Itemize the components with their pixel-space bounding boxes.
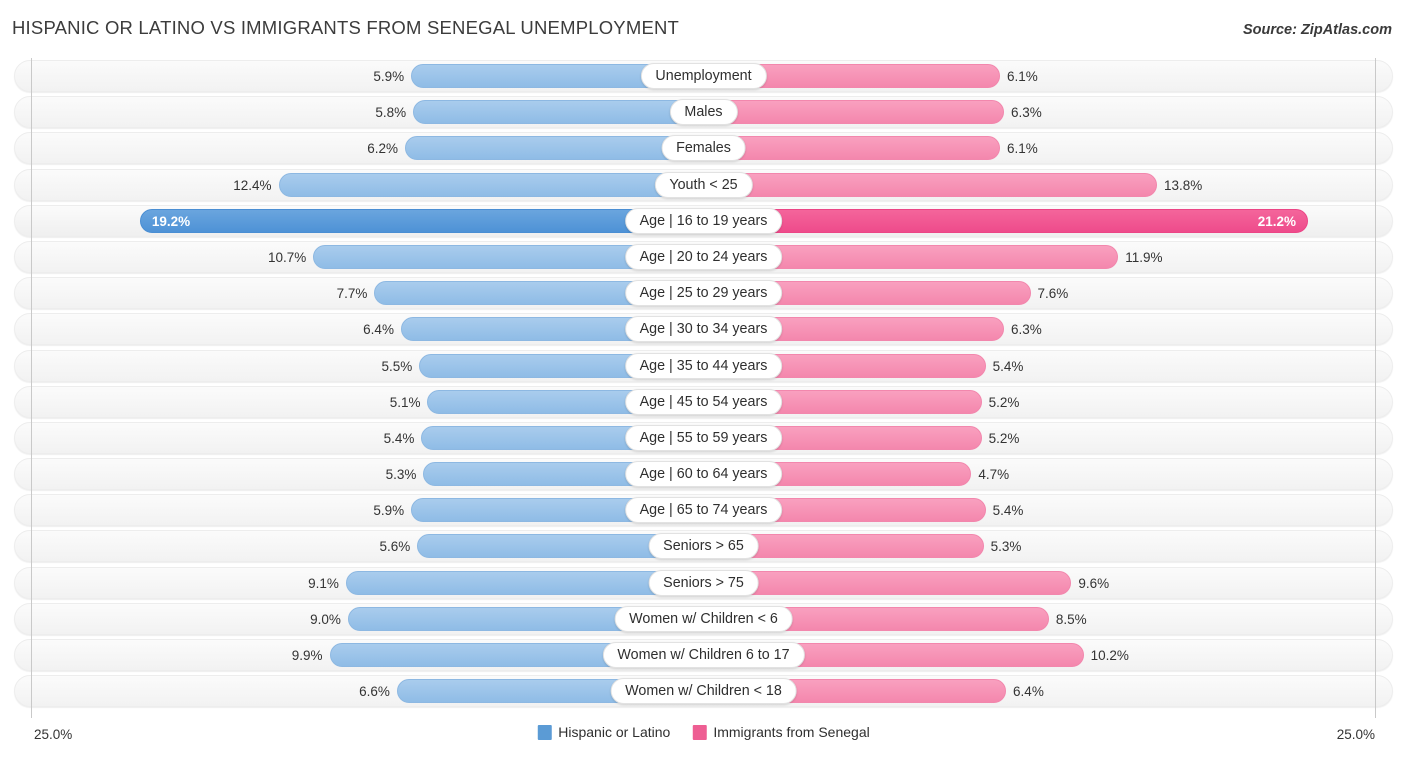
chart-row: 6.4% 6.3% Age | 30 to 34 years: [14, 311, 1393, 347]
chart-row: 7.7% 7.6% Age | 25 to 29 years: [14, 275, 1393, 311]
value-label-right: 5.2%: [988, 394, 1020, 410]
row-category-label: Age | 45 to 54 years: [624, 388, 783, 415]
value-label-right: 5.4%: [992, 503, 1024, 519]
bar-immigrants-from-senegal: [703, 172, 1158, 197]
value-label-right: 4.7%: [978, 467, 1010, 483]
legend-swatch-icon: [692, 724, 707, 740]
bar-hispanic-or-latino: [405, 136, 704, 161]
legend-swatch-icon: [537, 724, 552, 740]
row-category-label: Seniors > 75: [648, 569, 759, 596]
value-label-right: 10.2%: [1090, 648, 1129, 663]
value-label-left: 9.9%: [291, 648, 323, 663]
chart-row: 19.2% 21.2% Age | 16 to 19 years: [14, 203, 1393, 239]
value-label-left: 19.2%: [151, 213, 191, 229]
bar-immigrants-from-senegal: [703, 136, 1000, 161]
value-label-left: 5.3%: [385, 467, 417, 483]
chart-row: 9.0% 8.5% Women w/ Children < 6: [14, 601, 1393, 637]
value-label-right: 13.8%: [1164, 177, 1203, 193]
chart-row: 10.7% 11.9% Age | 20 to 24 years: [14, 239, 1393, 275]
chart-plot-area: 5.9% 6.1% Unemployment 5.8% 6.3% Males 6.2% 6.1…: [14, 58, 1393, 718]
row-category-label: Males: [669, 99, 738, 126]
source-attribution: Source: ZipAtlas.com: [1242, 22, 1392, 38]
chart-row: 6.6% 6.4% Women w/ Children < 18: [14, 673, 1393, 709]
legend-label: Immigrants from Senegal: [713, 724, 870, 740]
row-category-label: Females: [661, 135, 746, 162]
row-category-label: Age | 16 to 19 years: [624, 207, 783, 234]
chart-row: 12.4% 13.8% Youth < 25: [14, 167, 1393, 203]
row-category-label: Women w/ Children < 6: [614, 605, 793, 632]
chart-row: 9.1% 9.6% Seniors > 75: [14, 565, 1393, 601]
row-category-label: Youth < 25: [654, 171, 753, 198]
value-label-right: 8.5%: [1055, 611, 1087, 627]
chart-row: 5.4% 5.2% Age | 55 to 59 years: [14, 420, 1393, 456]
row-category-label: Age | 55 to 59 years: [624, 424, 783, 451]
value-label-right: 21.2%: [1257, 213, 1296, 229]
legend-label: Hispanic or Latino: [558, 724, 671, 740]
value-label-left: 5.1%: [389, 394, 421, 410]
value-label-left: 5.9%: [373, 503, 405, 519]
value-label-left: 9.0%: [310, 611, 341, 627]
value-label-right: 6.3%: [1011, 105, 1042, 121]
value-label-right: 6.3%: [1011, 322, 1042, 338]
value-label-right: 6.4%: [1013, 684, 1044, 700]
chart-row: 5.8% 6.3% Males: [14, 94, 1393, 130]
value-label-right: 6.1%: [1006, 141, 1038, 157]
bar-hispanic-or-latino: [278, 172, 704, 197]
axis-line-left: [31, 58, 32, 718]
chart-row: 6.2% 6.1% Females: [14, 130, 1393, 166]
row-category-label: Age | 60 to 64 years: [624, 461, 783, 488]
chart-row: 5.1% 5.2% Age | 45 to 54 years: [14, 384, 1393, 420]
chart-legend: Hispanic or Latino Immigrants from Senega…: [537, 724, 870, 740]
bar-immigrants-from-senegal: [703, 208, 1308, 233]
row-category-label: Women w/ Children < 18: [610, 678, 797, 705]
row-category-label: Women w/ Children 6 to 17: [602, 642, 805, 668]
bar-hispanic-or-latino: [139, 208, 704, 233]
value-label-left: 6.4%: [363, 322, 394, 338]
bar-immigrants-from-senegal: [703, 100, 1005, 125]
row-category-label: Unemployment: [640, 63, 767, 89]
chart-row: 5.9% 6.1% Unemployment: [14, 58, 1393, 94]
row-category-label: Seniors > 65: [648, 533, 759, 560]
chart-row: 5.3% 4.7% Age | 60 to 64 years: [14, 456, 1393, 492]
axis-line-right: [1375, 58, 1376, 718]
axis-max-label-left: 25.0%: [34, 727, 73, 742]
value-label-left: 5.6%: [379, 539, 411, 555]
chart-footer: 25.0% 25.0% Hispanic or Latino Immigrants…: [14, 718, 1393, 754]
chart-rows: 5.9% 6.1% Unemployment 5.8% 6.3% Males 6.2% 6.1…: [14, 58, 1393, 709]
chart-page: HISPANIC OR LATINO VS IMMIGRANTS FROM SE…: [0, 0, 1406, 757]
axis-max-label-right: 25.0%: [1336, 727, 1375, 742]
value-label-right: 9.6%: [1078, 575, 1110, 591]
value-label-right: 5.3%: [990, 539, 1022, 555]
value-label-left: 7.7%: [336, 286, 368, 302]
chart-row: 9.9% 10.2% Women w/ Children 6 to 17: [14, 637, 1393, 673]
row-category-label: Age | 35 to 44 years: [624, 352, 783, 379]
value-label-left: 10.7%: [267, 249, 307, 265]
legend-item[interactable]: Immigrants from Senegal: [692, 724, 870, 740]
value-label-right: 6.1%: [1006, 69, 1038, 84]
chart-row: 5.6% 5.3% Seniors > 65: [14, 528, 1393, 564]
chart-header: HISPANIC OR LATINO VS IMMIGRANTS FROM SE…: [0, 0, 1406, 56]
value-label-right: 5.4%: [992, 358, 1024, 374]
value-label-left: 5.5%: [381, 358, 413, 374]
page-title: HISPANIC OR LATINO VS IMMIGRANTS FROM SE…: [12, 17, 680, 38]
row-category-label: Age | 25 to 29 years: [624, 280, 783, 307]
value-label-right: 5.2%: [988, 430, 1020, 446]
legend-item[interactable]: Hispanic or Latino: [537, 724, 670, 740]
row-category-label: Age | 30 to 34 years: [624, 316, 783, 343]
row-category-label: Age | 20 to 24 years: [624, 243, 783, 270]
chart-row: 5.5% 5.4% Age | 35 to 44 years: [14, 348, 1393, 384]
value-label-left: 6.2%: [367, 141, 399, 157]
row-category-label: Age | 65 to 74 years: [624, 497, 783, 524]
value-label-left: 12.4%: [233, 177, 272, 193]
value-label-left: 5.8%: [375, 105, 407, 121]
value-label-right: 11.9%: [1125, 249, 1163, 265]
value-label-left: 5.9%: [373, 69, 405, 84]
value-label-left: 5.4%: [383, 430, 415, 446]
value-label-right: 7.6%: [1037, 286, 1069, 302]
bar-hispanic-or-latino: [413, 100, 704, 125]
value-label-left: 9.1%: [308, 575, 339, 591]
chart-row: 5.9% 5.4% Age | 65 to 74 years: [14, 492, 1393, 528]
value-label-left: 6.6%: [359, 684, 390, 700]
